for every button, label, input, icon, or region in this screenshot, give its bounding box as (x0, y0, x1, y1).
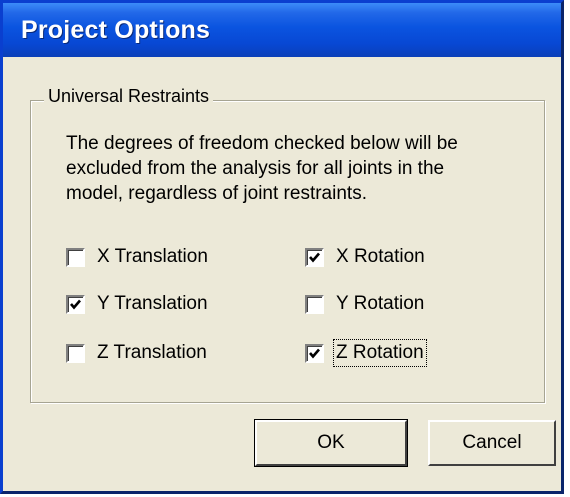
checkmark-icon (70, 299, 81, 309)
checkmark-icon (309, 252, 320, 262)
checkbox-label: X Translation (97, 246, 208, 267)
checkbox-box[interactable] (66, 343, 85, 363)
x-rotation-checkbox[interactable]: X Rotation (305, 244, 425, 270)
checkbox-box[interactable] (305, 247, 324, 267)
z-rotation-checkbox[interactable]: Z Rotation (305, 339, 427, 367)
checkbox-label: Z Translation (97, 342, 207, 363)
checkbox-box[interactable] (66, 294, 85, 314)
y-rotation-checkbox[interactable]: Y Rotation (305, 291, 424, 317)
z-translation-checkbox[interactable]: Z Translation (66, 340, 207, 366)
checkbox-label: Y Rotation (336, 293, 425, 314)
checkbox-label: Z Rotation (333, 339, 427, 367)
title-bar[interactable]: Project Options (3, 3, 561, 57)
y-translation-checkbox[interactable]: Y Translation (66, 291, 208, 317)
group-legend: Universal Restraints (44, 86, 214, 107)
ok-button[interactable]: OK (254, 419, 408, 467)
dialog-title: Project Options (21, 16, 211, 44)
checkbox-box[interactable] (305, 294, 324, 314)
checkbox-box[interactable] (305, 343, 324, 363)
x-translation-checkbox[interactable]: X Translation (66, 244, 208, 270)
checkbox-label: X Rotation (336, 246, 425, 267)
cancel-button[interactable]: Cancel (428, 420, 556, 466)
checkmark-icon (309, 348, 320, 358)
checkbox-label: Y Translation (97, 293, 208, 314)
restraints-description: The degrees of freedom checked below wil… (66, 133, 458, 204)
checkbox-box[interactable] (66, 247, 85, 267)
